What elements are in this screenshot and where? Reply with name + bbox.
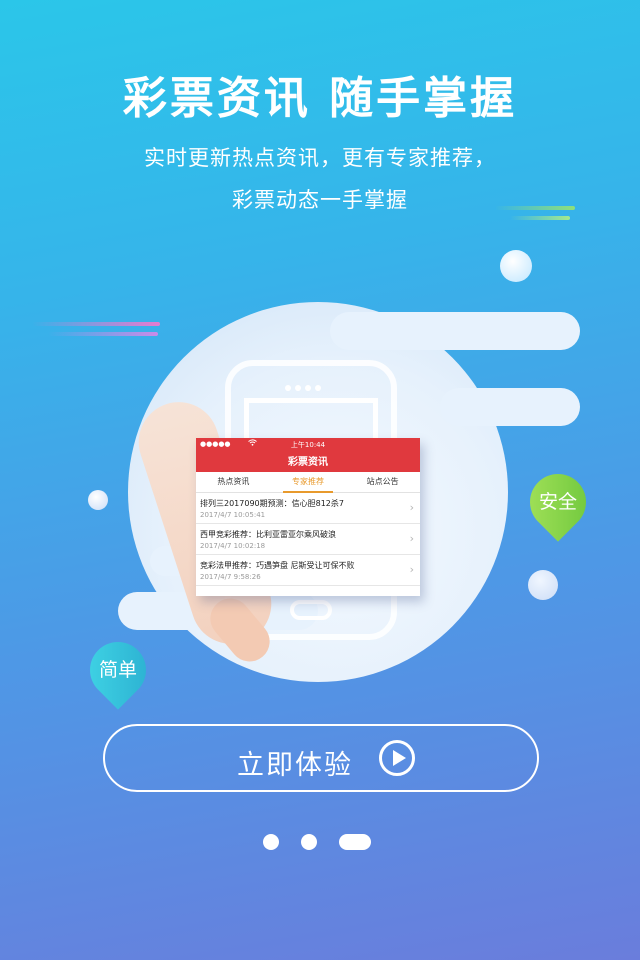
chevron-right-icon: › <box>409 501 414 514</box>
app-title: 彩票资讯 <box>288 457 328 468</box>
page-dot-active[interactable] <box>339 834 371 850</box>
article-title: 西甲竞彩推荐：比利亚雷亚尔乘风破浪 <box>200 530 336 539</box>
decor-streak <box>48 332 158 336</box>
app-tabs: 热点资讯 专家推荐 站点公告 <box>196 472 420 493</box>
article-date: 2017/4/7 10:02:18 <box>200 542 266 550</box>
list-item[interactable]: 西甲竞彩推荐：比利亚雷亚尔乘风破浪 2017/4/7 10:02:18 › <box>196 524 420 555</box>
phone-home-button <box>290 600 332 620</box>
play-icon <box>379 740 415 776</box>
subtitle-line-1: 实时更新热点资讯，更有专家推荐， <box>144 146 496 170</box>
page-dot-2[interactable] <box>301 834 317 850</box>
try-now-label: 立即体验 <box>237 750 353 781</box>
article-title: 竞彩法甲推荐：巧遇笋盘 尼斯受让可保不败 <box>200 561 355 570</box>
status-bar: ●●●●● 上午10:44 <box>196 439 420 450</box>
headline: 彩票资讯 随手掌握 <box>122 73 518 124</box>
decor-streak <box>495 206 575 210</box>
page-dot-1[interactable] <box>263 834 279 850</box>
chevron-right-icon: › <box>409 532 414 545</box>
article-date: 2017/4/7 9:58:26 <box>200 573 261 581</box>
status-time: 上午10:44 <box>290 441 326 449</box>
tab-hot-news[interactable]: 热点资讯 <box>196 472 271 492</box>
app-header: ●●●●● 上午10:44 彩票资讯 <box>196 438 420 472</box>
phone-speaker <box>285 376 325 391</box>
decor-bubble <box>88 490 108 510</box>
article-title: 排列三2017090期预测：信心胆812杀7 <box>200 499 344 508</box>
article-date: 2017/4/7 10:05:41 <box>200 511 266 519</box>
decor-cloud <box>330 312 580 350</box>
decor-cloud <box>440 388 580 426</box>
list-item[interactable]: 排列三2017090期预测：信心胆812杀7 2017/4/7 10:05:41… <box>196 493 420 524</box>
simple-pin-label: 简单 <box>98 659 137 681</box>
decor-streak <box>32 322 160 326</box>
chevron-right-icon: › <box>409 563 414 576</box>
decor-bubble <box>528 570 558 600</box>
decor-streak <box>510 216 570 220</box>
decor-bubble <box>500 250 532 282</box>
app-preview-card: ●●●●● 上午10:44 彩票资讯 热点资讯 专家推荐 站点公告 排列三201… <box>196 438 420 596</box>
try-now-button[interactable]: 立即体验 <box>103 724 539 792</box>
tab-site-notices[interactable]: 站点公告 <box>345 472 420 492</box>
safe-pin-label: 安全 <box>538 491 577 513</box>
tab-expert-picks[interactable]: 专家推荐 <box>271 472 346 493</box>
list-item[interactable]: 竞彩法甲推荐：巧遇笋盘 尼斯受让可保不败 2017/4/7 9:58:26 › <box>196 555 420 586</box>
